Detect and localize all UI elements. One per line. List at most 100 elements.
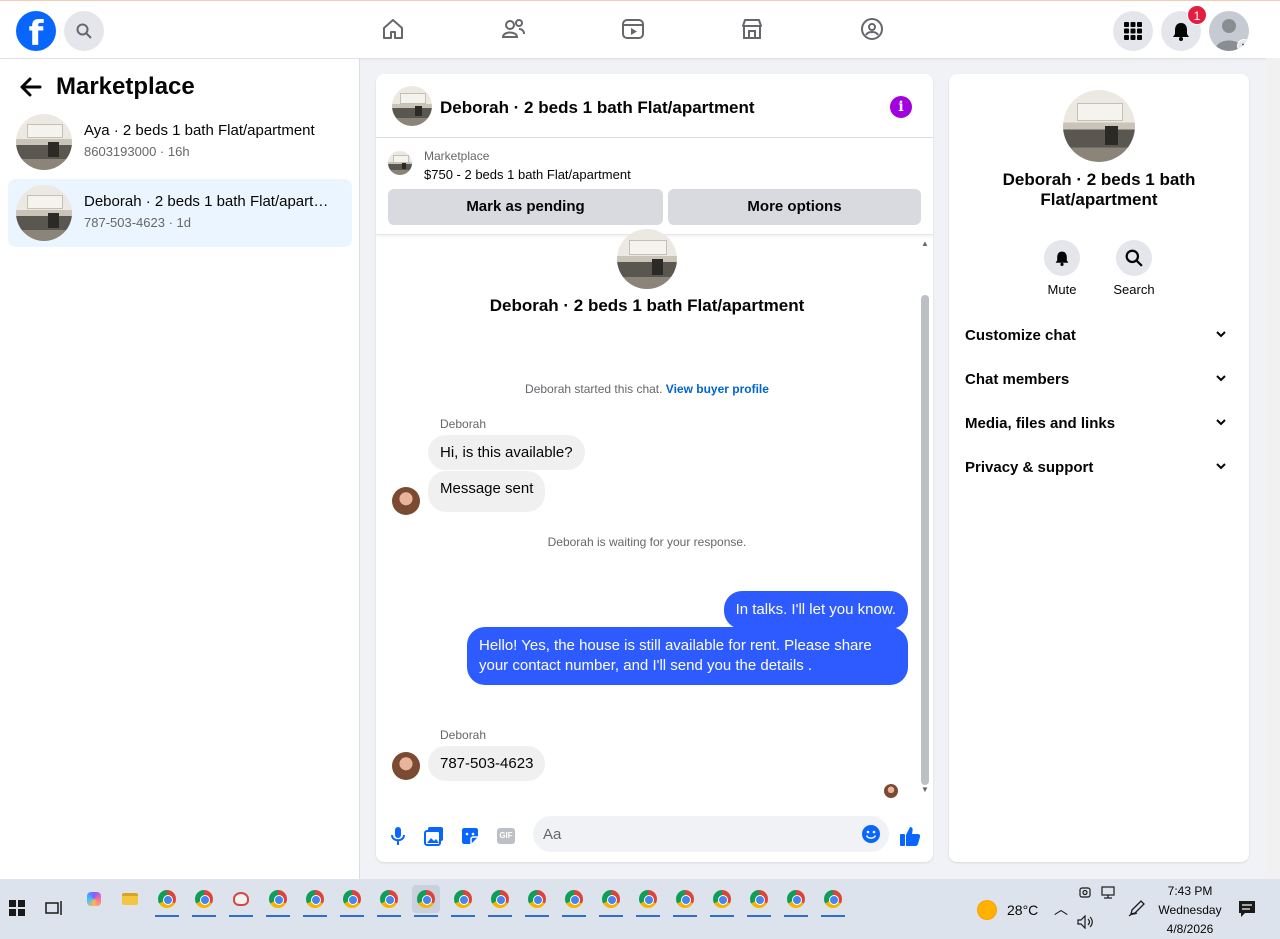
conversation-title: Deborah · 2 beds 1 bath Flat/apartment <box>84 193 334 210</box>
pen-icon[interactable] <box>1128 899 1146 917</box>
conversation-title: Aya · 2 beds 1 bath Flat/apartment <box>84 122 315 139</box>
details-title: Deborah · 2 beds 1 bath Flat/apartment <box>1002 170 1196 209</box>
page-scrollbar[interactable] <box>1266 58 1280 879</box>
menu-button[interactable] <box>1113 11 1153 51</box>
info-icon[interactable]: i <box>890 96 912 118</box>
notification-badge: 1 <box>1187 5 1207 25</box>
chrome-taskbar-icon[interactable] <box>153 885 181 917</box>
started-text: Deborah started this chat. <box>525 382 666 396</box>
chrome-taskbar-icon[interactable] <box>449 885 477 917</box>
chevron-down-icon <box>1215 406 1227 442</box>
chat-title[interactable]: Deborah · 2 beds 1 bath Flat/apartment <box>440 98 755 118</box>
scroll-down-arrow-icon[interactable]: ▼ <box>921 785 929 794</box>
sender-avatar[interactable] <box>392 487 420 515</box>
chrome-taskbar-icon[interactable] <box>634 885 662 917</box>
video-nav-button[interactable] <box>619 15 647 43</box>
chat-listing-thumbnail[interactable] <box>392 86 432 126</box>
conversation-subtitle: 787-503-4623 · 1d <box>84 215 191 230</box>
message-input[interactable] <box>533 816 889 852</box>
chrome-taskbar-icon[interactable] <box>597 885 625 917</box>
more-options-button[interactable]: More options <box>668 189 921 225</box>
chrome-taskbar-icon[interactable] <box>523 885 551 917</box>
customize-chat-section[interactable]: Customize chat <box>965 318 1233 354</box>
view-buyer-profile-link[interactable]: View buyer profile <box>666 382 769 396</box>
facebook-logo[interactable]: f <box>16 11 56 51</box>
chrome-taskbar-icon-active[interactable] <box>412 885 440 917</box>
chrome-taskbar-icon[interactable] <box>671 885 699 917</box>
conversation-item-aya[interactable]: Aya · 2 beds 1 bath Flat/apartment 86031… <box>8 108 352 176</box>
search-in-chat-action[interactable]: Search <box>1104 240 1164 297</box>
marketplace-nav-button[interactable] <box>738 15 766 43</box>
chrome-taskbar-icon[interactable] <box>819 885 847 917</box>
logo-letter: f <box>28 14 44 51</box>
chrome-taskbar-icon[interactable] <box>375 885 403 917</box>
notification-center-icon[interactable] <box>1238 900 1256 918</box>
sender-name: Deborah <box>440 728 487 742</box>
chevron-down-icon <box>1215 318 1227 354</box>
gif-icon: GIF <box>497 828 515 844</box>
chrome-taskbar-icon[interactable] <box>745 885 773 917</box>
scroll-thumb[interactable] <box>921 295 929 785</box>
listing-price-title[interactable]: $750 - 2 beds 1 bath Flat/apartment <box>424 167 631 182</box>
read-receipt-avatar <box>884 784 898 798</box>
weather-sun-icon[interactable] <box>977 900 997 920</box>
sticker-button[interactable] <box>458 824 482 848</box>
media-files-links-section[interactable]: Media, files and links <box>965 406 1233 442</box>
chrome-taskbar-icon[interactable] <box>486 885 514 917</box>
back-arrow-icon[interactable] <box>20 77 42 97</box>
attach-photo-button[interactable] <box>422 824 446 848</box>
profile-avatar[interactable]: ▾ <box>1209 11 1249 51</box>
search-button[interactable] <box>64 11 104 51</box>
chat-members-section[interactable]: Chat members <box>965 362 1233 398</box>
marketplace-icon <box>742 19 762 39</box>
weather-temperature[interactable]: 28°C <box>1007 902 1038 918</box>
thumbs-up-icon <box>900 827 921 846</box>
groups-nav-button[interactable] <box>858 15 886 43</box>
mark-as-pending-button[interactable]: Mark as pending <box>388 189 663 225</box>
listing-thumbnail <box>16 114 72 170</box>
outgoing-message: Hello! Yes, the house is still available… <box>467 627 908 685</box>
privacy-support-section[interactable]: Privacy & support <box>965 450 1233 486</box>
voice-clip-button[interactable] <box>386 824 410 848</box>
friends-icon <box>501 19 525 38</box>
scroll-up-arrow-icon[interactable]: ▲ <box>921 239 929 248</box>
mute-action[interactable]: Mute <box>1032 240 1092 297</box>
friends-nav-button[interactable] <box>499 15 527 43</box>
copilot-icon[interactable] <box>80 885 108 913</box>
paint-icon[interactable] <box>227 885 255 917</box>
chrome-taskbar-icon[interactable] <box>190 885 218 917</box>
incoming-message: 787-503-4623 <box>428 746 546 781</box>
chrome-taskbar-icon[interactable] <box>708 885 736 917</box>
camera-icon[interactable] <box>1078 885 1092 899</box>
windows-start-icon[interactable] <box>9 900 25 916</box>
gif-label: GIF <box>499 831 513 840</box>
like-button[interactable] <box>898 824 922 848</box>
message-composer: GIF <box>376 812 933 862</box>
chrome-taskbar-icon[interactable] <box>782 885 810 917</box>
chrome-taskbar-icon[interactable] <box>560 885 588 917</box>
sender-avatar[interactable] <box>392 752 420 780</box>
sidebar-title: Marketplace <box>56 73 195 100</box>
system-clock[interactable]: 7:43 PM Wednesday 4/8/2026 <box>1150 882 1230 939</box>
conversation-item-deborah[interactable]: Deborah · 2 beds 1 bath Flat/apartment 7… <box>8 179 352 247</box>
chrome-taskbar-icon[interactable] <box>264 885 292 917</box>
file-explorer-icon[interactable] <box>116 885 144 913</box>
listing-banner: Marketplace $750 - 2 beds 1 bath Flat/ap… <box>376 139 933 235</box>
emoji-button[interactable] <box>859 822 883 846</box>
conversation-sidebar: Marketplace Aya · 2 beds 1 bath Flat/apa… <box>0 59 360 879</box>
chevron-up-icon[interactable]: ︿ <box>1054 899 1068 919</box>
chrome-taskbar-icon[interactable] <box>301 885 329 917</box>
chat-scrollbar[interactable]: ▲ ▼ <box>918 237 932 797</box>
incoming-message: Message sent <box>428 471 546 512</box>
task-view-icon[interactable] <box>45 900 63 916</box>
section-label: Customize chat <box>965 327 1076 344</box>
gif-button[interactable]: GIF <box>494 824 518 848</box>
network-icon[interactable] <box>1101 886 1119 900</box>
chrome-taskbar-icon[interactable] <box>338 885 366 917</box>
chevron-down-icon <box>1215 450 1227 486</box>
waiting-notice: Deborah is waiting for your response. <box>547 535 747 549</box>
home-nav-button[interactable] <box>379 15 407 43</box>
listing-thumbnail <box>16 185 72 241</box>
volume-icon[interactable] <box>1077 915 1095 929</box>
intro-listing-photo <box>617 229 677 289</box>
